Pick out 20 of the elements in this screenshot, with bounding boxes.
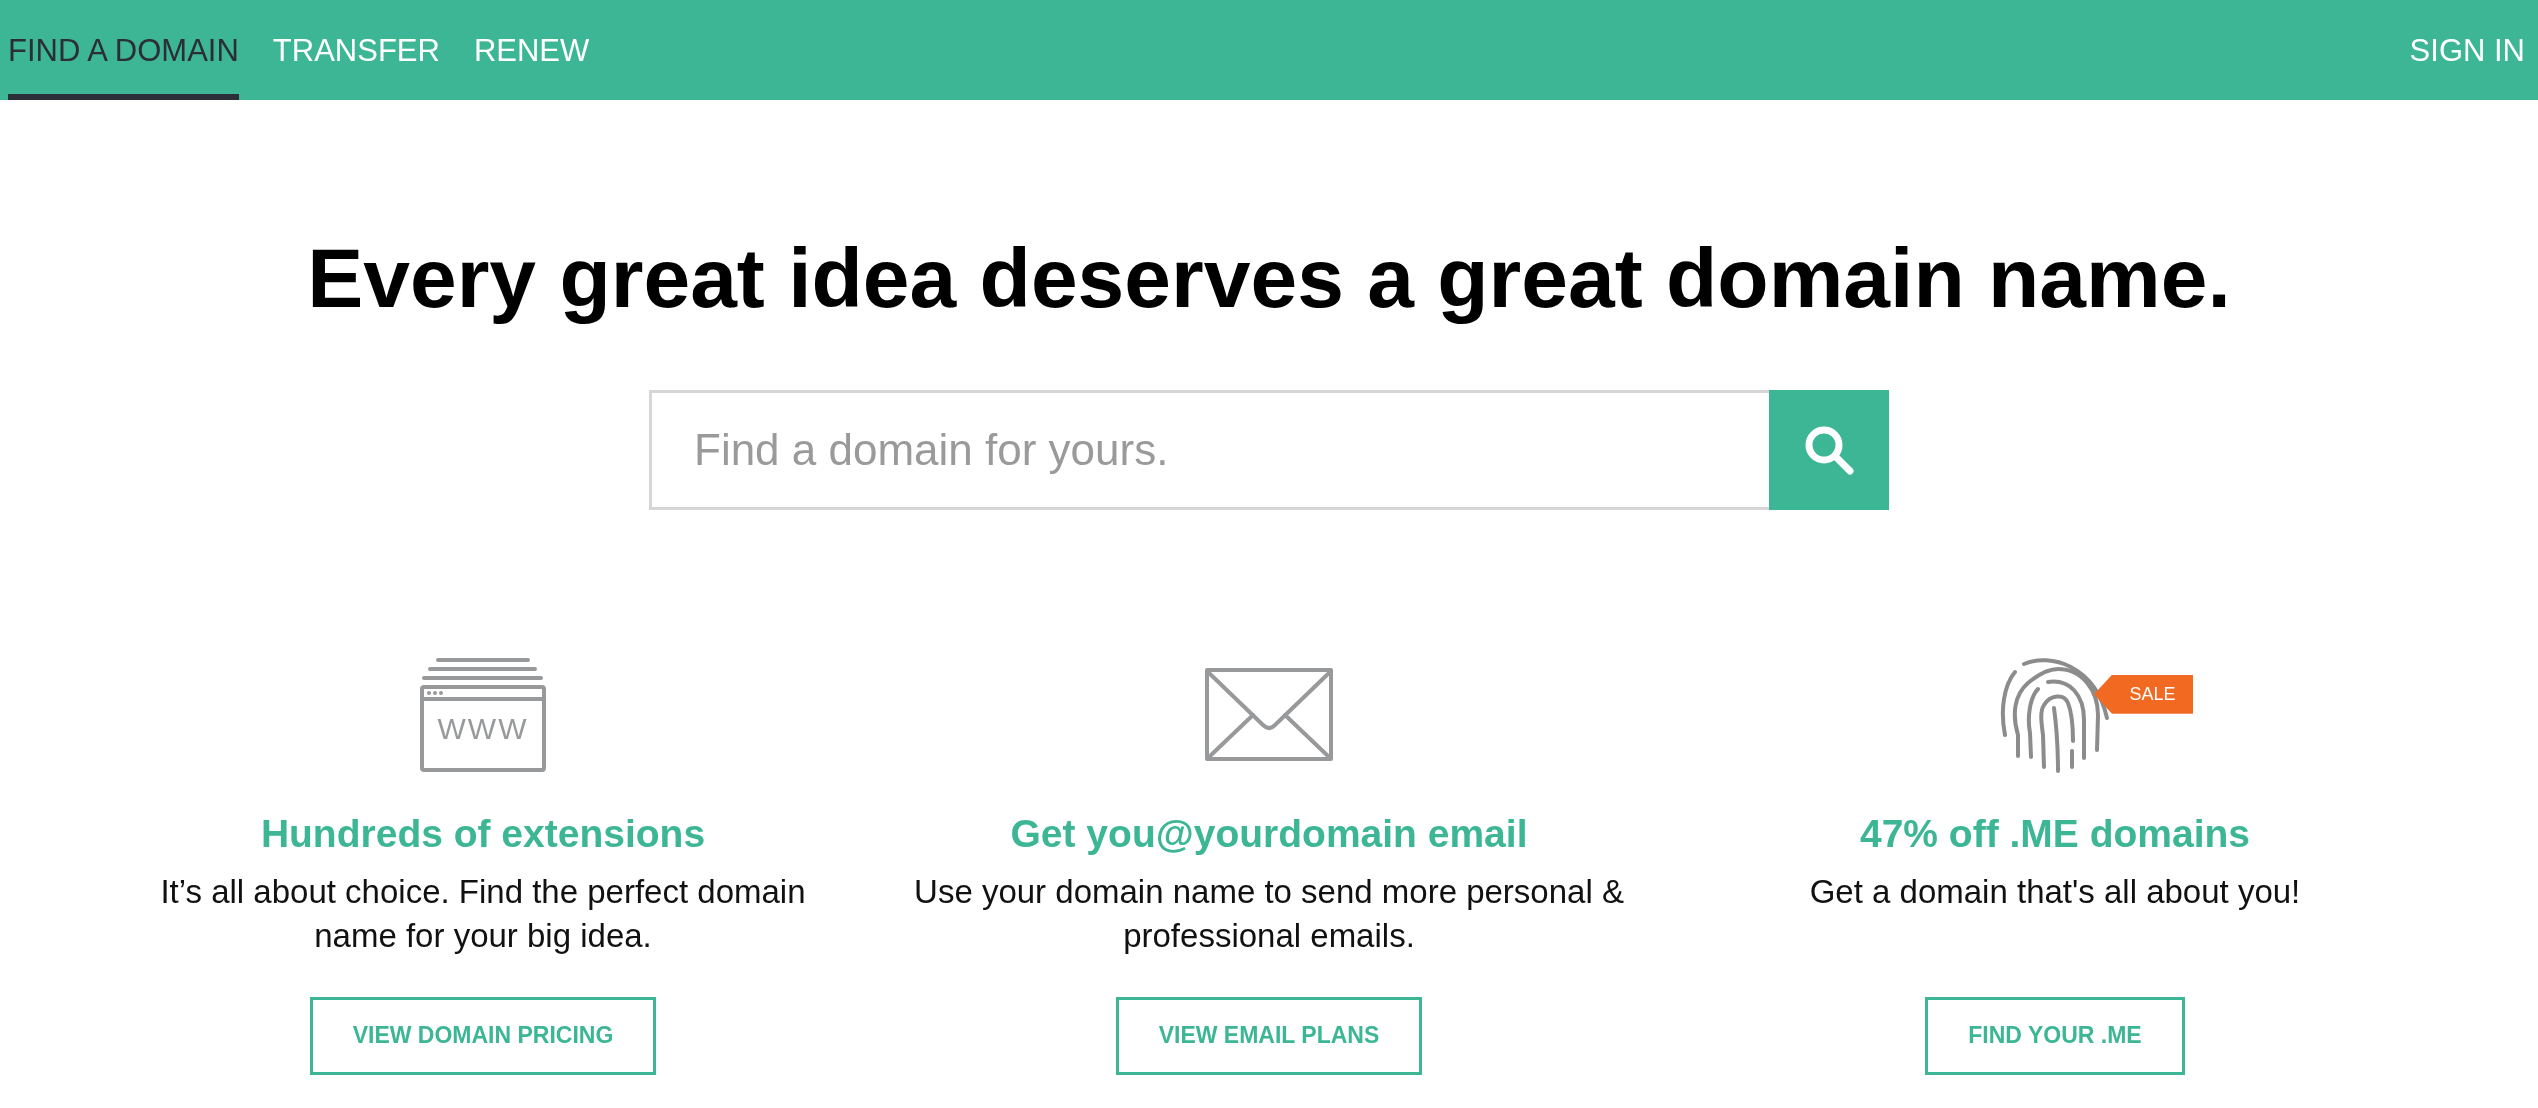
hero-heading: Every great idea deserves a great domain name. <box>306 230 2232 327</box>
sale-badge: SALE <box>2094 674 2193 714</box>
www-label: WWW <box>437 714 529 745</box>
feature-description: Use your domain name to send more personal & professional emails. <box>913 871 1625 956</box>
search-field[interactable]: Find a domain for yours. <box>649 389 1769 510</box>
feature-title: Get you@yourdomain email <box>1010 810 1528 857</box>
feature-description: Get a domain that's all about you! <box>1809 871 2301 912</box>
feature-description: It’s all about choice. Find the perfect domain name for your big idea. <box>159 871 807 956</box>
cta-button[interactable]: VIEW EMAIL PLANS <box>1115 996 1423 1075</box>
browser-window-icon <box>420 657 546 773</box>
nav-tab[interactable]: TRANSFER <box>272 0 440 100</box>
envelope-icon <box>1205 668 1333 762</box>
cta-button[interactable]: VIEW DOMAIN PRICING <box>309 996 657 1075</box>
nav-tab[interactable]: RENEW <box>473 0 590 100</box>
sign-in-link[interactable]: SIGN IN <box>2409 0 2525 100</box>
nav-tab[interactable]: FIND A DOMAIN <box>8 0 239 100</box>
feature-title: Hundreds of extensions <box>260 810 706 857</box>
cta-button[interactable]: FIND YOUR .ME <box>1925 996 2185 1075</box>
search-button[interactable] <box>1769 389 1889 510</box>
feature-title: 47% off .ME domains <box>1859 810 2251 857</box>
